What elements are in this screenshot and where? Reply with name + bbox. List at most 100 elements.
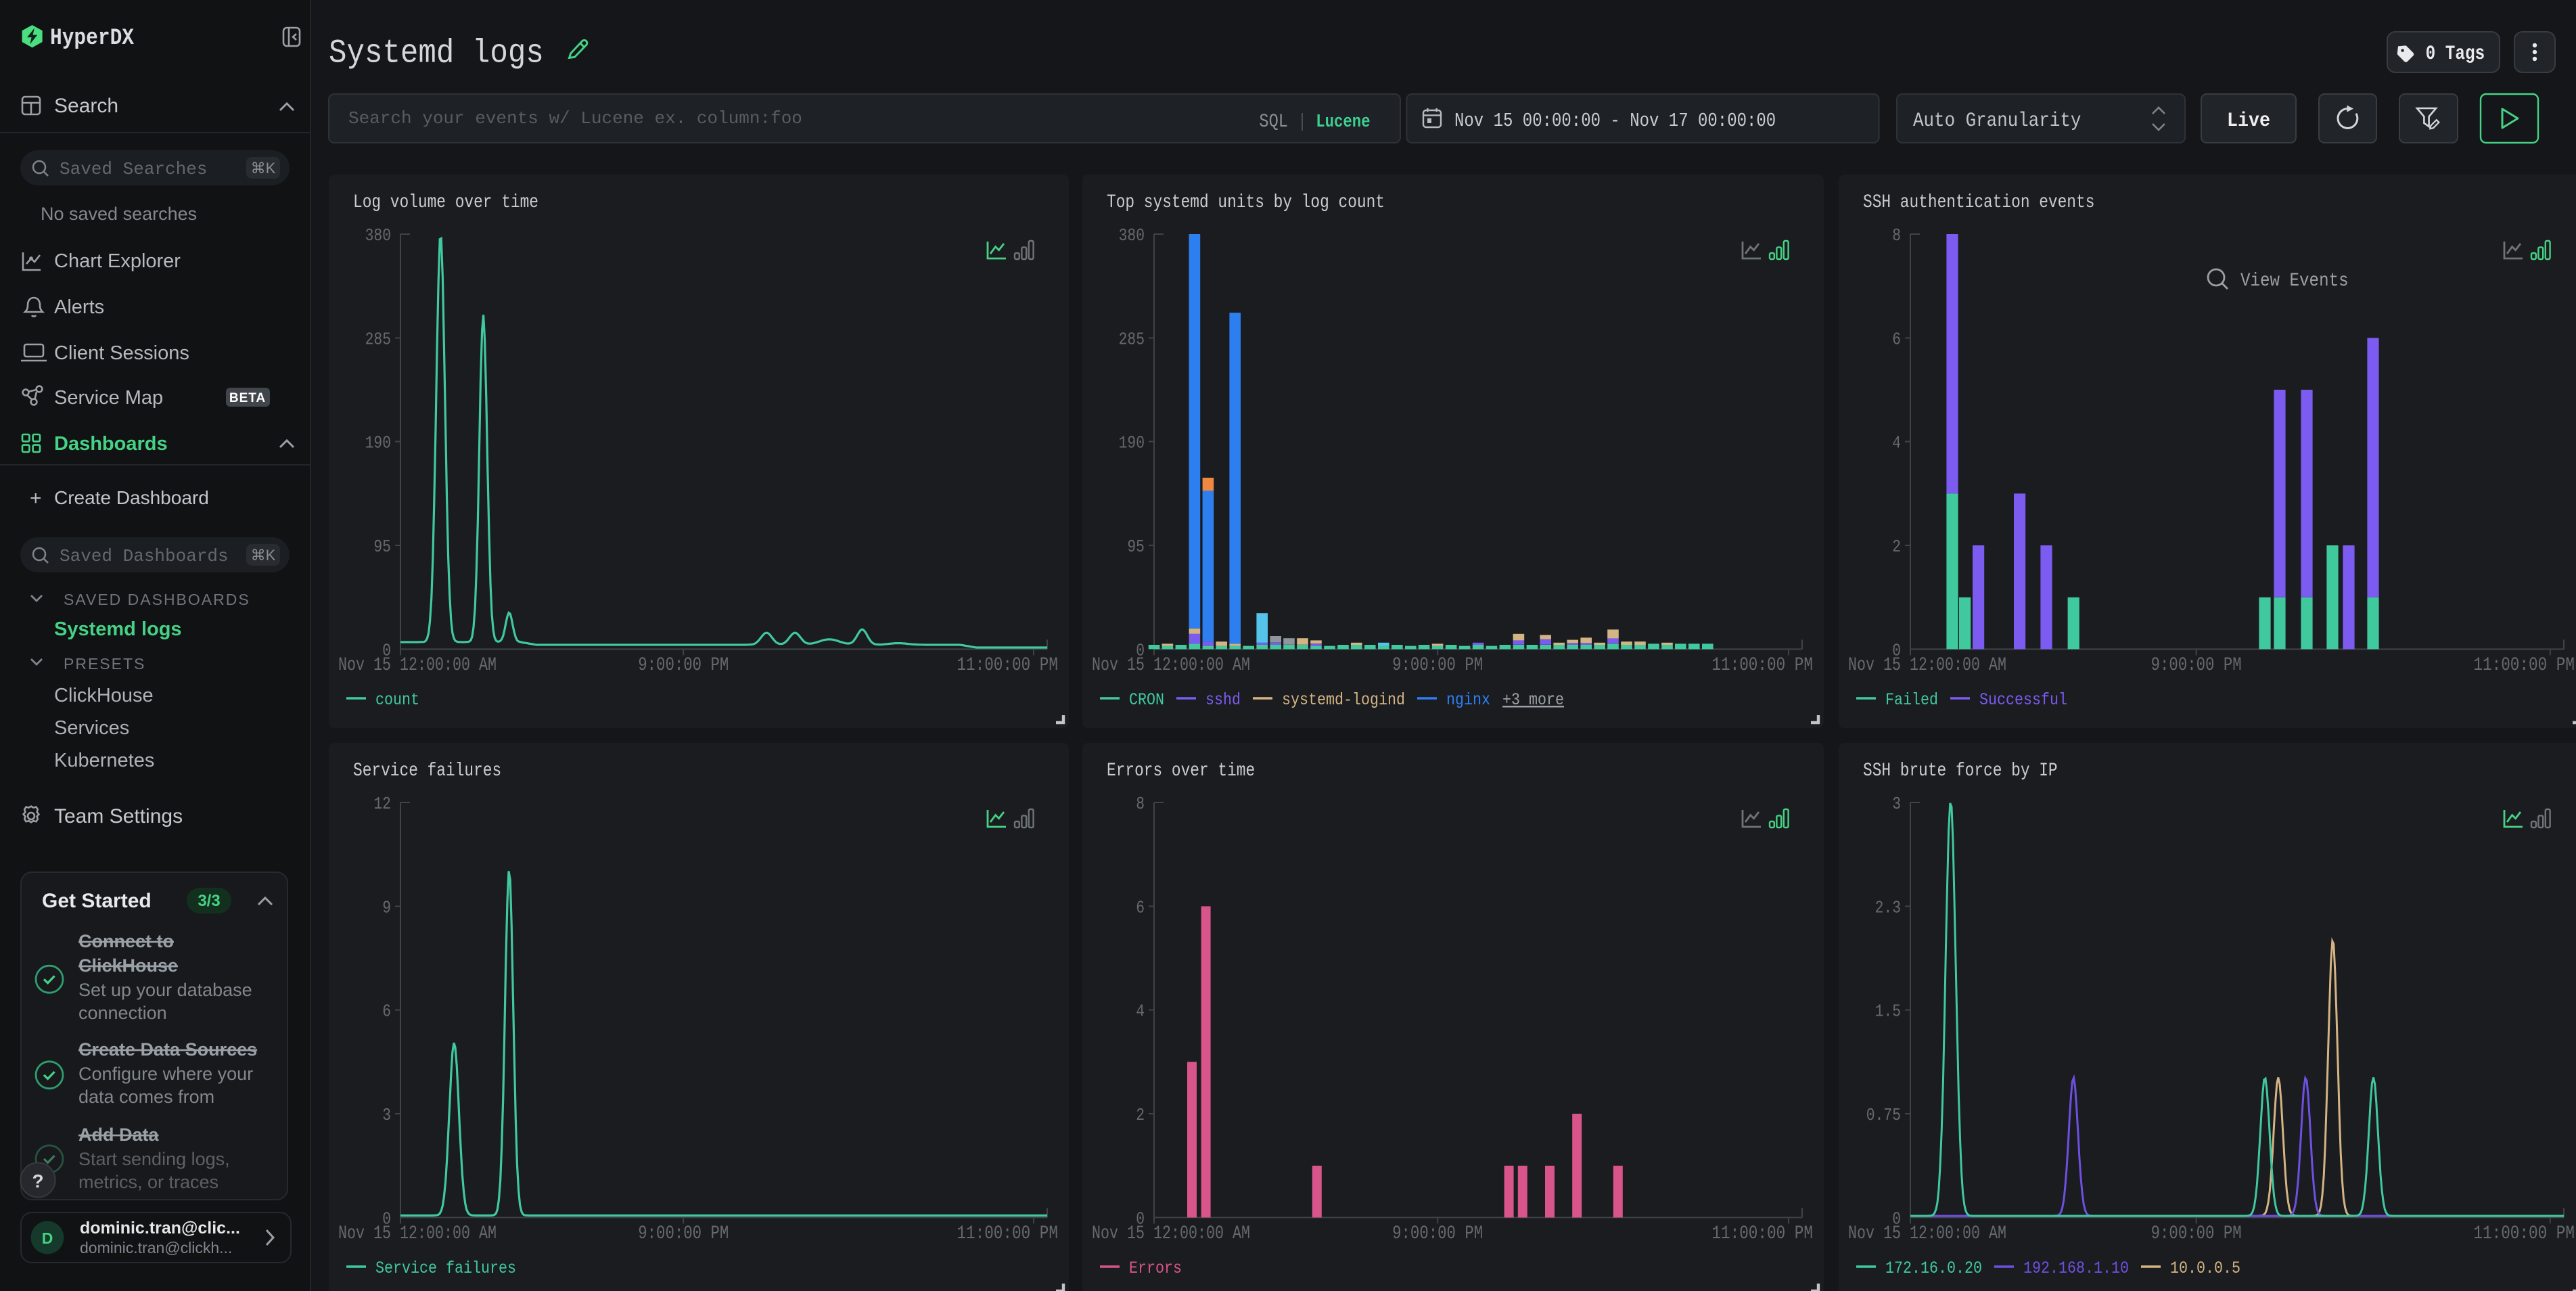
svg-text:Nov 15 12:00:00 AM: Nov 15 12:00:00 AM [1092,1223,1250,1244]
svg-text:Errors over time: Errors over time [1107,760,1255,781]
svg-text:Nov 15 12:00:00 AM: Nov 15 12:00:00 AM [1848,1223,2006,1244]
svg-text:Team Settings: Team Settings [54,805,183,828]
svg-text:Nov 15 12:00:00 AM: Nov 15 12:00:00 AM [338,1223,497,1244]
svg-text:Nov 15 00:00:00 - Nov 17 00:00: Nov 15 00:00:00 - Nov 17 00:00:00 [1454,110,1776,132]
svg-text:11:00:00 PM: 11:00:00 PM [957,655,1058,676]
svg-text:nginx: nginx [1446,690,1490,710]
svg-text:6: 6 [1892,329,1901,349]
svg-text:Nov 15 12:00:00 AM: Nov 15 12:00:00 AM [1092,655,1250,676]
svg-text:95: 95 [373,537,391,557]
svg-text:SSH authentication events: SSH authentication events [1863,192,2094,213]
svg-text:Create Dashboard: Create Dashboard [54,487,209,508]
svg-text:Get Started: Get Started [42,890,152,912]
svg-text:6: 6 [382,1001,391,1021]
svg-text:metrics, or traces: metrics, or traces [78,1172,218,1192]
svg-text:SQL: SQL [1259,112,1288,133]
svg-text:HyperDX: HyperDX [50,26,135,51]
svg-text:192.168.1.10: 192.168.1.10 [2023,1258,2129,1277]
svg-text:9:00:00 PM: 9:00:00 PM [638,655,729,676]
svg-text:Service Map: Service Map [54,387,163,409]
svg-text:sshd: sshd [1205,690,1241,710]
svg-text:9: 9 [382,897,391,917]
svg-text:Add Data: Add Data [78,1125,159,1145]
svg-text:380: 380 [365,225,391,246]
svg-text:View Events: View Events [2240,271,2349,292]
svg-text:10.0.0.5: 10.0.0.5 [2170,1258,2240,1277]
svg-text:ClickHouse: ClickHouse [54,685,154,706]
svg-text:BETA: BETA [229,391,266,405]
svg-text:Systemd logs: Systemd logs [329,35,544,72]
svg-text:⌘K: ⌘K [251,160,276,177]
svg-text:2: 2 [1136,1104,1145,1125]
svg-text:11:00:00 PM: 11:00:00 PM [1711,655,1813,676]
svg-text:11:00:00 PM: 11:00:00 PM [957,1223,1058,1244]
svg-text:Service failures: Service failures [375,1258,516,1277]
svg-text:count: count [375,690,419,710]
svg-text:Top systemd units by log count: Top systemd units by log count [1107,192,1385,213]
svg-text:⌘K: ⌘K [251,547,276,564]
svg-text:No saved searches: No saved searches [41,204,197,224]
svg-text:Create Data Sources: Create Data Sources [78,1039,257,1060]
svg-text:3: 3 [1892,793,1901,813]
svg-text:systemd-logind: systemd-logind [1282,690,1405,710]
svg-text:Log volume over time: Log volume over time [353,192,538,213]
svg-text:285: 285 [365,329,391,349]
svg-text:9:00:00 PM: 9:00:00 PM [638,1223,729,1244]
svg-text:Dashboards: Dashboards [54,433,168,455]
svg-text:dominic.tran@clic...: dominic.tran@clic... [80,1219,240,1238]
svg-text:3/3: 3/3 [198,892,220,910]
svg-text:11:00:00 PM: 11:00:00 PM [1711,1223,1813,1244]
svg-text:Service failures: Service failures [353,760,501,781]
svg-text:95: 95 [1127,537,1145,557]
svg-text:connection: connection [78,1003,167,1023]
svg-text:Search: Search [54,95,118,117]
svg-text:SSH brute force by IP: SSH brute force by IP [1863,760,2058,781]
svg-text:Failed: Failed [1885,690,1938,710]
svg-text:data comes from: data comes from [78,1087,214,1107]
svg-text:Kubernetes: Kubernetes [54,750,154,771]
svg-text:9:00:00 PM: 9:00:00 PM [1392,655,1483,676]
svg-text:8: 8 [1892,225,1901,246]
svg-text:Search your events w/ Lucene e: Search your events w/ Lucene ex. column:… [348,108,802,129]
svg-text:CRON: CRON [1129,690,1164,710]
svg-text:ClickHouse: ClickHouse [78,955,178,976]
svg-text:9:00:00 PM: 9:00:00 PM [1392,1223,1483,1244]
svg-text:Start sending logs,: Start sending logs, [78,1149,230,1169]
svg-text:Alerts: Alerts [54,296,104,318]
svg-text:Nov 15 12:00:00 AM: Nov 15 12:00:00 AM [338,655,497,676]
svg-text:9:00:00 PM: 9:00:00 PM [2151,655,2242,676]
svg-text:2: 2 [1892,537,1901,557]
svg-text:9:00:00 PM: 9:00:00 PM [2151,1223,2242,1244]
svg-text:Systemd logs: Systemd logs [54,618,182,640]
svg-text:1.5: 1.5 [1875,1001,1901,1021]
svg-text:+: + [30,487,42,509]
svg-text:285: 285 [1119,329,1145,349]
svg-text:?: ? [32,1171,43,1192]
svg-text:4: 4 [1136,1001,1145,1021]
svg-text:8: 8 [1136,793,1145,813]
svg-text:0 Tags: 0 Tags [2426,43,2485,66]
svg-text:SAVED DASHBOARDS: SAVED DASHBOARDS [64,591,250,608]
svg-text:Auto Granularity: Auto Granularity [1913,110,2081,133]
svg-text:Configure where your: Configure where your [78,1064,253,1084]
svg-text:11:00:00 PM: 11:00:00 PM [2473,1223,2575,1244]
svg-text:Connect to: Connect to [78,931,174,951]
svg-text:Set up your database: Set up your database [78,980,252,1000]
svg-text:Chart Explorer: Chart Explorer [54,250,181,272]
svg-text:4: 4 [1892,433,1901,453]
svg-text:12: 12 [373,793,391,813]
svg-text:+3 more: +3 more [1502,690,1564,710]
svg-text:Saved Dashboards: Saved Dashboards [60,546,229,566]
svg-text:Client Sessions: Client Sessions [54,342,189,364]
svg-text:380: 380 [1119,225,1145,246]
svg-text:Nov 15 12:00:00 AM: Nov 15 12:00:00 AM [1848,655,2006,676]
svg-text:11:00:00 PM: 11:00:00 PM [2473,655,2575,676]
svg-text:190: 190 [1119,433,1145,453]
svg-text:Errors: Errors [1129,1258,1182,1277]
svg-text:Services: Services [54,717,129,739]
svg-text:0.75: 0.75 [1866,1104,1901,1125]
svg-text:6: 6 [1136,897,1145,917]
svg-text:Saved Searches: Saved Searches [60,159,207,179]
svg-text:2.3: 2.3 [1875,897,1901,917]
svg-text:PRESETS: PRESETS [64,655,145,673]
